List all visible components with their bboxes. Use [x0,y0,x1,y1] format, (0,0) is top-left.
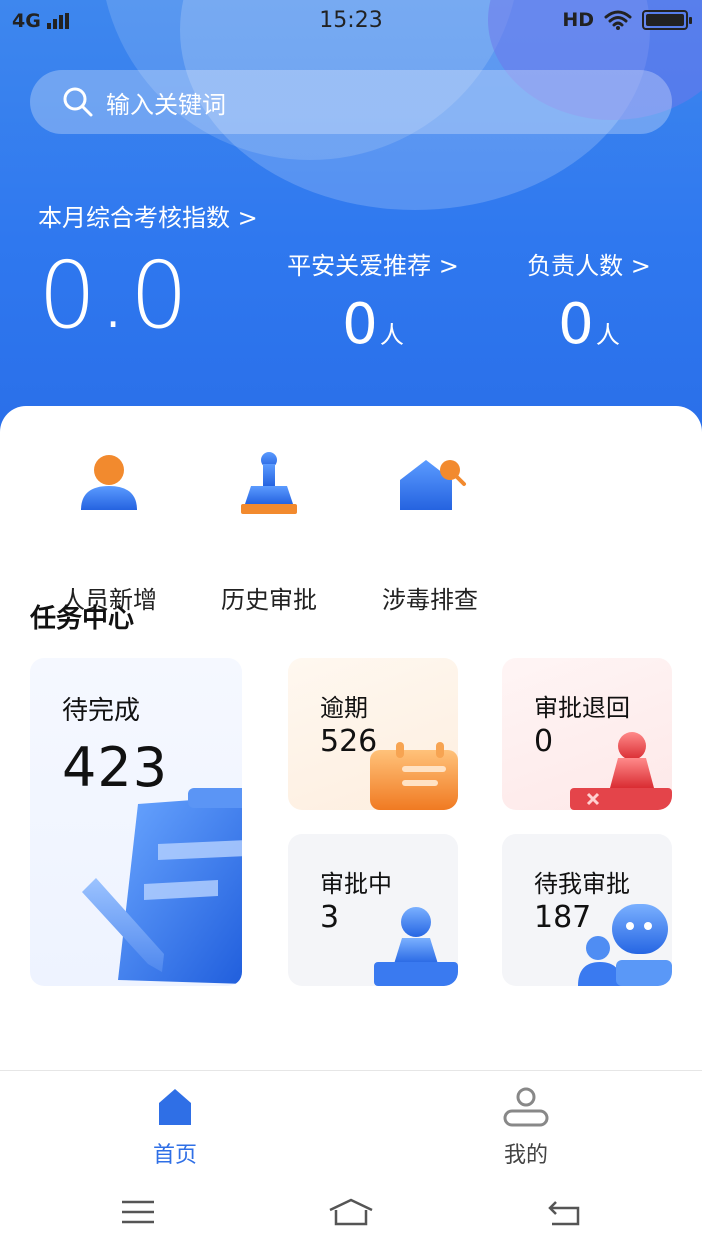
main-content: 人员新增 历史审批 涉毒排查 任务中心 待完成 423 逾期 526 审批退回 … [0,406,702,1070]
tab-label: 我的 [503,1143,548,1168]
task-label: 逾期 [320,694,368,722]
system-navigation-bar [0,1180,702,1248]
calendar-icon [370,742,458,810]
menu-icon[interactable] [118,1196,158,1228]
home-icon [159,1089,191,1125]
stat-value-wrap: 0人 [268,297,478,353]
person-add-icon [81,455,137,510]
task-count: 3 [320,900,340,935]
header-banner: 4G 15:23 HD 输入关键词 本月综合考核指数 > 0.0 平安关爱推荐 … [0,0,702,440]
care-recommend-stat[interactable]: 平安关爱推荐 > 0人 [268,246,478,353]
stamp-icon [241,452,297,514]
bottom-tabbar: 首页 我的 [0,1070,702,1180]
quick-action-label: 历史审批 [221,586,317,614]
search-input[interactable]: 输入关键词 [106,85,226,120]
user-icon [503,1087,549,1127]
task-count: 0 [534,724,554,759]
back-icon[interactable] [544,1196,584,1228]
quick-action-history-approval[interactable]: 历史审批 [194,452,344,615]
task-card-in-review[interactable]: 审批中 3 [288,834,458,986]
returned-stamp-icon [570,732,672,810]
status-icons: HD [562,9,692,31]
stat-value: 0 [558,292,594,357]
task-card-overdue[interactable]: 逾期 526 [288,658,458,810]
quick-action-drug-check[interactable]: 涉毒排查 [355,452,505,615]
stat-unit: 人 [595,321,620,349]
house-search-icon [400,460,466,510]
task-label: 审批中 [320,870,392,898]
reviewer-icon [374,907,458,986]
search-icon [63,87,93,117]
battery-icon [642,10,692,30]
task-label: 待完成 [62,696,141,726]
wifi-icon [604,10,632,30]
monthly-index-link[interactable]: 本月综合考核指数 > [38,198,258,233]
task-center-title: 任务中心 [30,604,135,634]
tab-label: 首页 [152,1143,197,1168]
search-bar[interactable]: 输入关键词 [30,70,672,134]
stat-label: 平安关爱推荐 > [287,252,459,280]
chat-person-icon [578,904,672,986]
tab-home[interactable]: 首页 [115,1087,235,1169]
tab-mine[interactable]: 我的 [466,1087,586,1169]
task-label: 待我审批 [534,870,630,898]
stat-value-wrap: 0人 [484,297,694,353]
task-card-pending[interactable]: 待完成 423 [30,658,242,986]
hd-label: HD [562,9,594,31]
stat-value: 0 [342,292,378,357]
stat-unit: 人 [379,321,404,349]
responsible-count-stat[interactable]: 负责人数 > 0人 [484,246,694,353]
task-card-returned[interactable]: 审批退回 0 [502,658,672,810]
home-nav-icon[interactable] [326,1196,376,1228]
task-label: 审批退回 [534,694,630,722]
clipboard-pencil-icon [82,788,242,984]
task-card-my-approval[interactable]: 待我审批 187 [502,834,672,986]
quick-action-add-person[interactable]: 人员新增 [34,452,184,615]
quick-action-label: 涉毒排查 [382,586,478,614]
monthly-index-value: 0.0 [38,242,191,349]
stat-label: 负责人数 > [527,252,651,280]
status-bar: 4G 15:23 HD [0,0,702,44]
